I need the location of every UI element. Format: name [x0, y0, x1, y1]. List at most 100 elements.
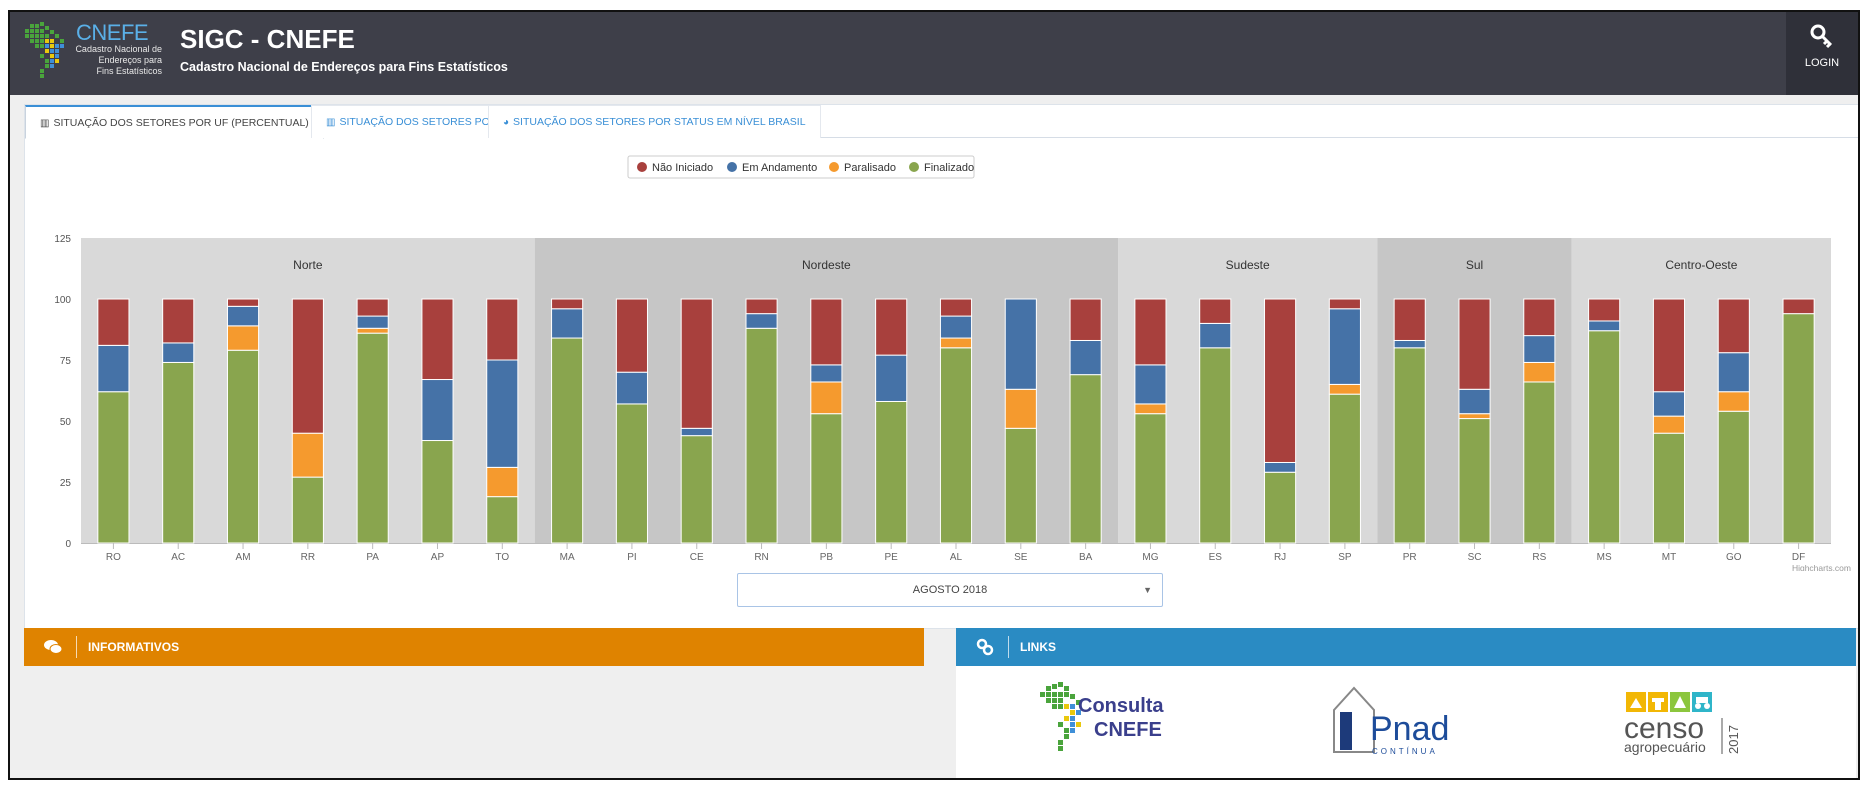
- bar-segment: [939, 337, 973, 349]
- bar-segment: [615, 403, 648, 544]
- bar-segment: [1458, 413, 1491, 420]
- x-tick-label: MA: [560, 552, 575, 563]
- bar-segment: [1458, 298, 1491, 390]
- x-tick-label: MT: [1662, 552, 1676, 563]
- x-tick-label: MG: [1142, 552, 1158, 563]
- bar-segment: [1264, 298, 1297, 463]
- tab-bar: ▥ SITUAÇÃO DOS SETORES POR UF (PERCENTUAL…: [25, 105, 1858, 139]
- bar-segment: [1004, 427, 1037, 544]
- bar-segment: [745, 298, 778, 315]
- bar-segment: [1134, 413, 1167, 544]
- region-label: Nordeste: [802, 258, 851, 272]
- cnefe-logo[interactable]: CNEFE Cadastro Nacional de Endereços par…: [24, 20, 164, 86]
- bar-segment: [939, 347, 973, 544]
- legend-marker: [637, 162, 647, 172]
- bar-segment: [1069, 339, 1102, 376]
- bar-segment: [1523, 298, 1556, 337]
- bar-segment: [1652, 391, 1686, 417]
- x-tick-label: TO: [495, 552, 509, 563]
- x-tick-label: SC: [1468, 552, 1482, 563]
- app-title: SIGC - CNEFE: [180, 24, 355, 54]
- bar-segment: [1134, 403, 1167, 415]
- pnad-continua-logo[interactable]: Pnad CONTÍNUA: [1328, 676, 1468, 760]
- informativos-header[interactable]: INFORMATIVOS: [24, 628, 924, 666]
- bar-segment: [421, 440, 454, 544]
- consulta-word: Consulta: [1078, 695, 1164, 717]
- x-tick-label: AP: [431, 552, 445, 563]
- bar-segment: [1717, 298, 1750, 354]
- y-tick-label: 75: [60, 356, 72, 367]
- bar-segment: [97, 298, 130, 346]
- bar-segment: [680, 427, 713, 437]
- bar-segment: [162, 298, 195, 344]
- x-tick-label: BA: [1079, 552, 1093, 563]
- bar-segment: [1328, 298, 1361, 310]
- bar-segment: [1069, 298, 1102, 341]
- x-tick-label: AM: [236, 552, 251, 563]
- bar-segment: [1782, 298, 1815, 315]
- bar-segment: [1652, 415, 1686, 434]
- bar-segment: [1523, 361, 1556, 383]
- bar-segment: [680, 298, 713, 429]
- bar-segment: [226, 325, 260, 351]
- bar-segment: [486, 466, 519, 498]
- bar-segment: [615, 371, 648, 405]
- x-tick-label: PR: [1403, 552, 1417, 563]
- consulta-cnefe-logo[interactable]: Consulta CNEFE: [1036, 676, 1176, 760]
- comments-icon: [38, 628, 68, 666]
- informativos-label: INFORMATIVOS: [88, 640, 180, 654]
- x-tick-label: DF: [1792, 552, 1805, 563]
- y-tick-label: 100: [54, 295, 71, 306]
- links-header[interactable]: LINKS: [956, 628, 1856, 666]
- bar-segment: [875, 354, 908, 402]
- x-tick-label: AC: [171, 552, 185, 563]
- login-button[interactable]: LOGIN: [1786, 12, 1858, 95]
- bar-segment: [1264, 461, 1297, 473]
- bar-segment: [1393, 339, 1426, 349]
- bar-segment: [875, 298, 908, 356]
- chart-panel: ▥ SITUAÇÃO DOS SETORES POR UF (PERCENTUAL…: [24, 104, 1858, 629]
- legend-label: Finalizado: [924, 162, 974, 174]
- bar-segment: [291, 432, 324, 478]
- logo-sub-line: Cadastro Nacional de: [75, 44, 162, 54]
- bar-segment: [1069, 374, 1102, 544]
- censo-agro-logo[interactable]: censo agropecuário 2017: [1616, 676, 1766, 760]
- bar-segment: [291, 298, 324, 434]
- bar-segment: [1588, 298, 1621, 322]
- bar-segment: [745, 313, 778, 329]
- y-tick-label: 125: [54, 234, 71, 245]
- x-tick-label: CE: [690, 552, 704, 563]
- bar-segment: [1199, 347, 1232, 544]
- app-header: CNEFE Cadastro Nacional de Endereços par…: [10, 12, 1858, 95]
- link-icon: [970, 628, 1000, 666]
- bar-segment: [226, 349, 260, 544]
- bar-segment: [421, 379, 454, 442]
- legend-label: Não Iniciado: [652, 162, 713, 174]
- x-tick-label: GO: [1726, 552, 1742, 563]
- tab-status-brasil[interactable]: ◕ SITUAÇÃO DOS SETORES POR STATUS EM NÍVE…: [488, 105, 821, 138]
- bar-segment: [97, 391, 130, 544]
- bar-segment: [810, 413, 843, 544]
- bar-segment: [162, 342, 195, 363]
- x-tick-label: ES: [1209, 552, 1223, 563]
- chart-credits: Highcharts.com: [1792, 563, 1851, 571]
- bar-segment: [1264, 471, 1297, 544]
- app-subtitle: Cadastro Nacional de Endereços para Fins…: [180, 60, 508, 74]
- y-tick-label: 50: [60, 417, 72, 428]
- tab-label: SITUAÇÃO DOS SETORES POR STATUS EM NÍVEL…: [513, 116, 806, 128]
- bar-segment: [551, 337, 584, 544]
- tab-percentual[interactable]: ▥ SITUAÇÃO DOS SETORES POR UF (PERCENTUAL…: [25, 105, 324, 139]
- bar-segment: [1717, 391, 1750, 412]
- month-select[interactable]: AGOSTO 2018 ▼: [737, 573, 1163, 607]
- bar-segment: [1717, 410, 1750, 544]
- bar-segment: [486, 496, 519, 544]
- bar-segment: [551, 298, 584, 310]
- bar-segment: [1004, 388, 1037, 429]
- bar-segment: [1652, 432, 1686, 544]
- y-tick-label: 0: [65, 539, 71, 550]
- x-tick-label: MS: [1597, 552, 1612, 563]
- cnefe-word: CNEFE: [1094, 719, 1162, 741]
- bar-segment: [356, 298, 389, 317]
- bar-segment: [745, 327, 778, 544]
- bar-segment: [1717, 352, 1750, 393]
